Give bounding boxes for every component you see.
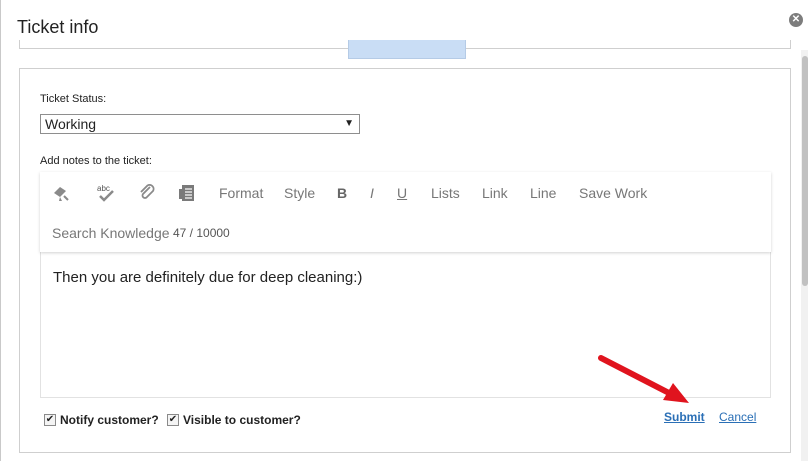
annotation-arrow-icon bbox=[598, 355, 689, 403]
italic-button[interactable]: I bbox=[370, 184, 374, 202]
lists-button[interactable]: Lists bbox=[431, 184, 460, 202]
chevron-down-icon: ▼ bbox=[344, 118, 354, 129]
link-button[interactable]: Link bbox=[482, 184, 508, 202]
cancel-button[interactable]: Cancel bbox=[719, 410, 756, 424]
submit-button[interactable]: Submit bbox=[664, 410, 705, 424]
style-button[interactable]: Style bbox=[284, 184, 315, 202]
ticket-status-select[interactable]: Working ▼ bbox=[40, 114, 360, 134]
notes-text[interactable]: Then you are definitely due for deep cle… bbox=[53, 269, 753, 286]
dialog-title: Ticket info bbox=[17, 17, 99, 37]
character-counter: 47 / 10000 bbox=[173, 226, 230, 240]
visible-to-customer-label[interactable]: Visible to customer? bbox=[183, 413, 301, 427]
bold-button[interactable]: B bbox=[337, 184, 347, 202]
top-tab-highlight[interactable] bbox=[348, 40, 466, 59]
close-icon[interactable]: ✕ bbox=[789, 13, 803, 27]
spellcheck-text: abc bbox=[97, 184, 110, 193]
paperclip-icon[interactable] bbox=[137, 183, 157, 203]
visible-to-customer-checkbox[interactable]: ✔ bbox=[167, 414, 179, 426]
search-knowledge-button[interactable]: Search Knowledge bbox=[52, 224, 170, 242]
dialog-titlebar: Ticket info bbox=[1, 8, 801, 44]
ticket-status-label: Ticket Status: bbox=[40, 93, 107, 105]
eraser-icon[interactable] bbox=[51, 183, 71, 203]
underline-button[interactable]: U bbox=[397, 184, 407, 202]
save-work-button[interactable]: Save Work bbox=[579, 184, 647, 202]
template-icon[interactable] bbox=[177, 183, 197, 203]
notify-customer-checkbox[interactable]: ✔ bbox=[44, 414, 56, 426]
ticket-info-dialog: Ticket info ✕ Ticket Status: Working ▼ A… bbox=[0, 0, 808, 461]
ticket-status-value: Working bbox=[45, 116, 97, 132]
spellcheck-icon[interactable]: abc bbox=[96, 183, 116, 203]
format-button[interactable]: Format bbox=[219, 184, 263, 202]
line-button[interactable]: Line bbox=[530, 184, 556, 202]
notify-customer-label[interactable]: Notify customer? bbox=[60, 413, 159, 427]
scrollbar-thumb[interactable] bbox=[802, 56, 808, 286]
notes-label: Add notes to the ticket: bbox=[40, 155, 152, 167]
